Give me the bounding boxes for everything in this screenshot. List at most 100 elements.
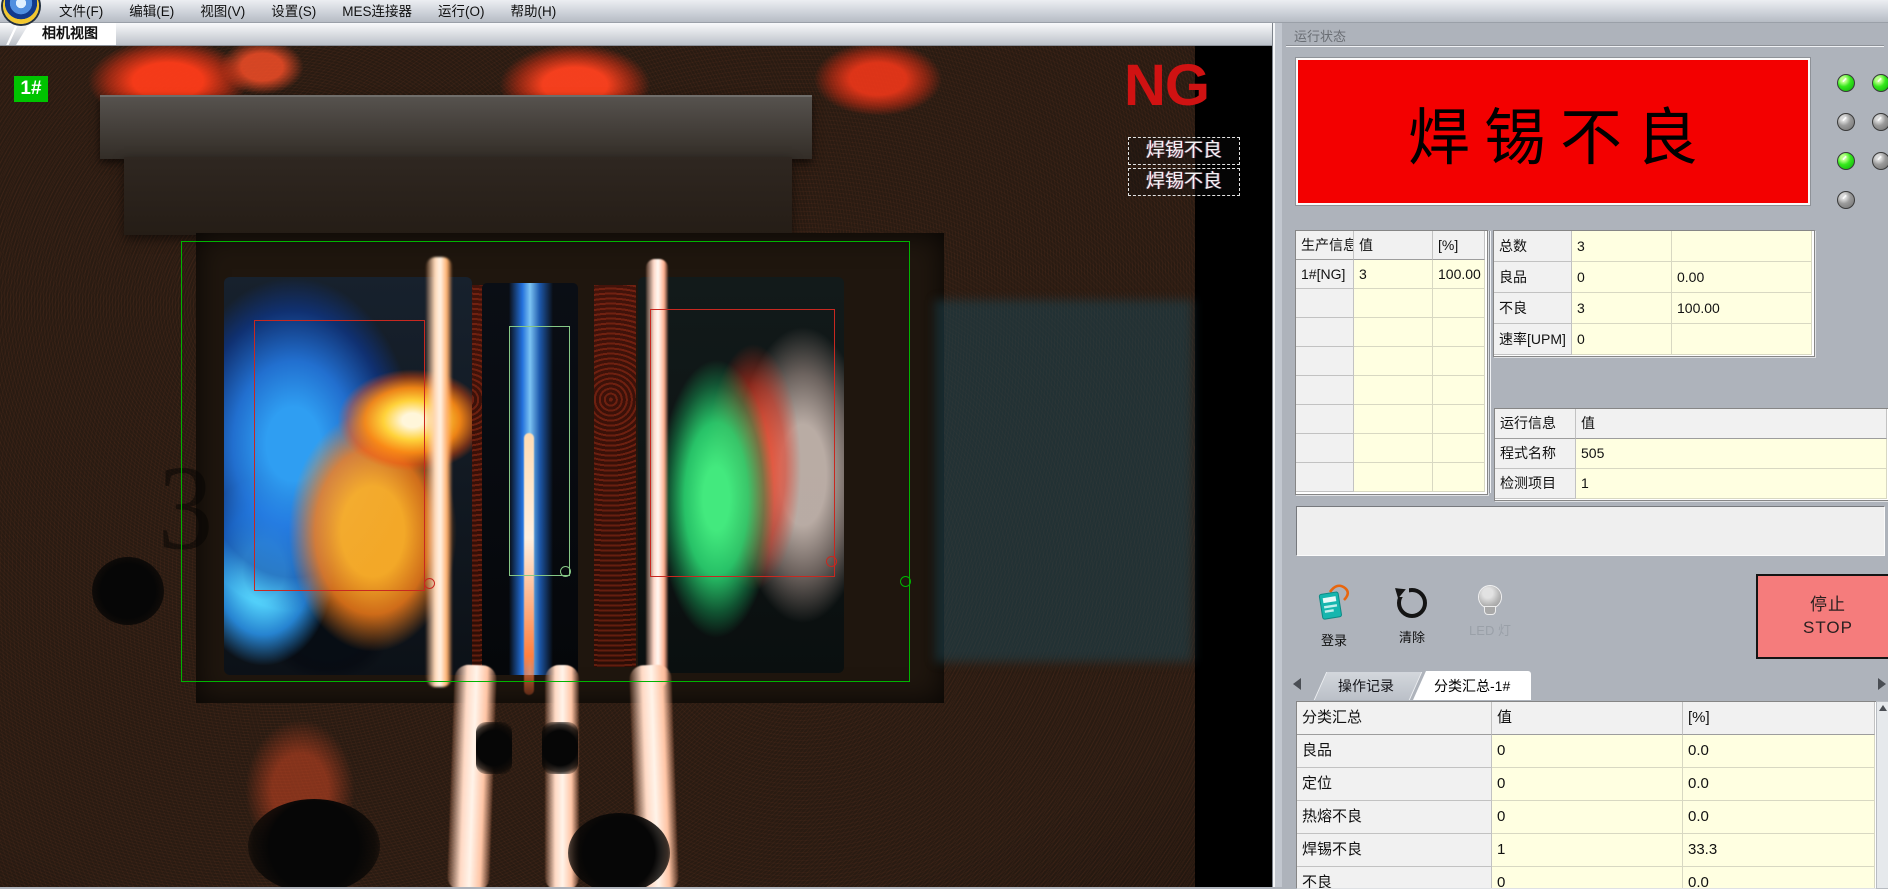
table-cell: 0: [1572, 262, 1672, 293]
table-header-cell: 值: [1354, 231, 1433, 260]
login-button[interactable]: 登录: [1304, 584, 1364, 649]
photo-hole: [92, 557, 164, 625]
photo-ledge-upper: [100, 95, 812, 159]
table-cell: [1354, 434, 1433, 463]
table-cell: 0.0: [1683, 801, 1875, 834]
table-cell: [1296, 434, 1354, 463]
table-cell: [1354, 347, 1433, 376]
menu-item[interactable]: 运行(O): [425, 1, 498, 22]
menu-item[interactable]: 视图(V): [187, 1, 258, 22]
bottom-tab-bar: 操作记录 分类汇总-1#: [1282, 670, 1888, 700]
roi-pass-middle: [509, 326, 570, 576]
menu-item[interactable]: 设置(S): [258, 1, 329, 22]
clear-button[interactable]: 清除: [1382, 586, 1442, 646]
result-banner: 焊锡不良: [1296, 58, 1810, 205]
table-header-cell: 值: [1492, 702, 1683, 735]
table-header-cell: 分类汇总: [1297, 702, 1492, 735]
inspection-result-label: NG: [1124, 57, 1209, 115]
table-cell: 程式名称: [1495, 439, 1576, 469]
table-header-cell: 运行信息: [1495, 409, 1576, 439]
menu-item[interactable]: 编辑(E): [116, 1, 187, 22]
summary-table-scrollbar[interactable]: [1876, 701, 1888, 889]
table-cell: 0: [1492, 801, 1683, 834]
stop-button-label-en: STOP: [1758, 617, 1888, 640]
table-cell: 100.00: [1433, 260, 1485, 289]
camera-view[interactable]: 3 1# NG 焊锡不良焊锡不良: [0, 45, 1272, 887]
table-cell: 定位: [1297, 768, 1492, 801]
roi-defect-right: [650, 309, 835, 577]
tab-summary-label[interactable]: 分类汇总-1#: [1434, 676, 1510, 696]
tab-camera-view[interactable]: 相机视图: [16, 22, 116, 45]
table-cell: 1: [1492, 834, 1683, 867]
table-cell: [1296, 289, 1354, 318]
menu-item[interactable]: 帮助(H): [498, 1, 570, 22]
table-cell: 33.3: [1683, 834, 1875, 867]
table-cell: 检测项目: [1495, 469, 1576, 499]
table-cell: 不良: [1494, 293, 1572, 324]
status-led-off: [1837, 191, 1855, 209]
table-cell: 0.0: [1683, 867, 1875, 888]
photo-hole: [568, 813, 670, 887]
table-cell: 1#[NG]: [1296, 260, 1354, 289]
view-tab-strip: 相机视图: [0, 22, 1272, 46]
table-cell: [1672, 324, 1812, 355]
photo-ledge-lower: [124, 157, 792, 235]
table-header-cell: 值: [1576, 409, 1887, 439]
table-cell: [1296, 318, 1354, 347]
status-led-on: [1837, 152, 1855, 170]
table-cell: 0.00: [1672, 262, 1812, 293]
scroll-up-icon[interactable]: [1879, 705, 1887, 711]
led-column-2: [1872, 74, 1888, 191]
menu-item[interactable]: 文件(F): [46, 1, 116, 22]
status-led-off: [1872, 152, 1888, 170]
menu-item[interactable]: MES连接器: [329, 1, 425, 22]
menu-bar: 文件(F)编辑(E)视图(V)设置(S)MES连接器运行(O)帮助(H): [0, 0, 1888, 23]
table-header-cell: [%]: [1433, 231, 1485, 260]
table-cell: [1433, 289, 1485, 318]
table-cell: 3: [1572, 293, 1672, 324]
led-button-label: LED 灯: [1460, 620, 1520, 639]
defect-label: 焊锡不良: [1128, 137, 1240, 165]
roi-handle: [900, 576, 911, 587]
tab-operation-log-label[interactable]: 操作记录: [1338, 676, 1394, 696]
menu-items: 文件(F)编辑(E)视图(V)设置(S)MES连接器运行(O)帮助(H): [46, 1, 569, 22]
table-cell: [1296, 405, 1354, 434]
photo-hole: [542, 722, 578, 774]
roi-handle: [826, 556, 837, 567]
table-cell: [1433, 405, 1485, 434]
id-badge-icon: [1315, 584, 1353, 622]
stop-button[interactable]: 停止 STOP: [1756, 574, 1888, 659]
table-cell: [1354, 376, 1433, 405]
status-led-on: [1837, 74, 1855, 92]
table-header-cell: [%]: [1683, 702, 1875, 735]
status-led-off: [1872, 113, 1888, 131]
table-cell: 热熔不良: [1297, 801, 1492, 834]
tab-scroll-left-icon[interactable]: [1293, 678, 1301, 690]
result-banner-text: 焊锡不良: [1394, 87, 1712, 177]
table-cell: [1354, 463, 1433, 492]
table-cell: 焊锡不良: [1297, 834, 1492, 867]
table-cell: 0.0: [1683, 735, 1875, 768]
circular-arrow-icon: [1397, 588, 1427, 618]
tab-scroll-right-icon[interactable]: [1878, 678, 1886, 690]
run-status-panel: 运行状态 焊锡不良 生产信息值[%]1#[NG]3100.00 总数3良品00.…: [1282, 22, 1888, 887]
machine-vision-app-window: { "menu": { "items": ["文件(F)", "编辑(E)", …: [0, 0, 1888, 887]
groupbox-title: 运行状态: [1294, 26, 1346, 45]
led-light-button[interactable]: LED 灯: [1460, 584, 1520, 639]
message-box: [1296, 506, 1885, 556]
table-cell: 总数: [1494, 231, 1572, 262]
table-cell: [1296, 376, 1354, 405]
table-cell: [1433, 347, 1485, 376]
status-led-on: [1872, 74, 1888, 92]
led-column-1: [1837, 74, 1853, 230]
panel-splitter[interactable]: [1272, 22, 1282, 887]
table-cell: 3: [1572, 231, 1672, 262]
clear-button-label: 清除: [1382, 627, 1442, 646]
table-cell: 0.0: [1683, 768, 1875, 801]
run-info-table: 运行信息值程式名称505检测项目1: [1494, 408, 1888, 501]
table-cell: [1354, 318, 1433, 347]
photo-lead-left: [447, 664, 497, 887]
roi-handle: [560, 566, 571, 577]
table-header-cell: 生产信息: [1296, 231, 1354, 260]
summary-table: 分类汇总值[%]良品00.0定位00.0热熔不良00.0焊锡不良133.3不良0…: [1296, 701, 1878, 888]
